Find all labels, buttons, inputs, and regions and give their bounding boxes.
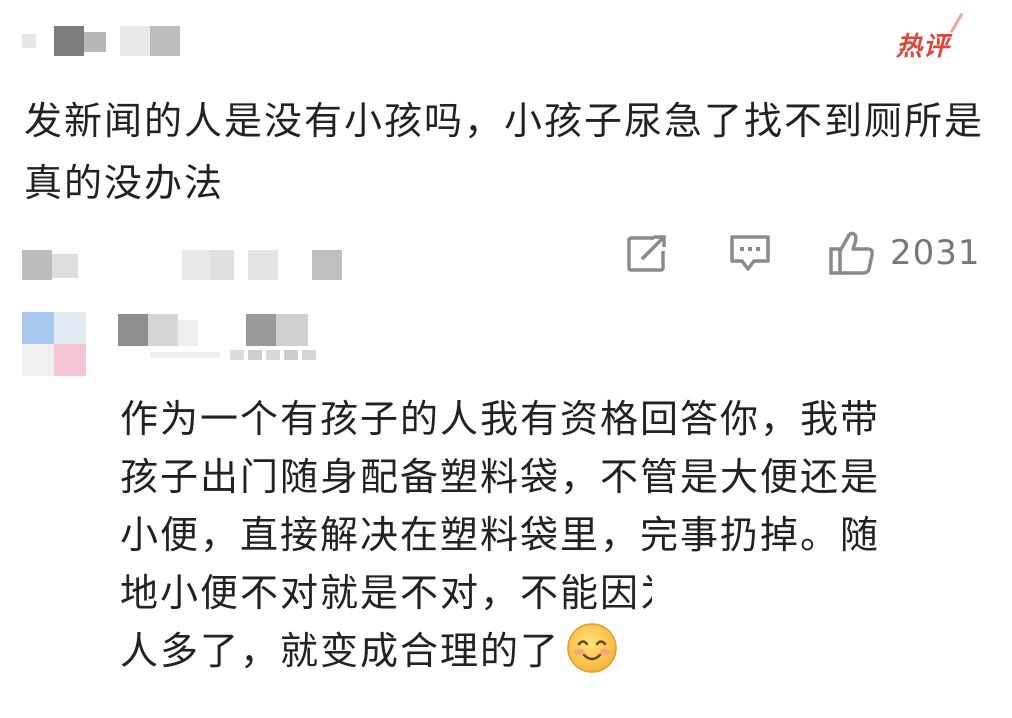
reply-line-4: 地小便不对就是不对，不能因为 [120, 564, 970, 622]
comment-icon [730, 235, 770, 271]
username-mosaic [22, 26, 180, 56]
comment-text: 发新闻的人是没有小孩吗，小孩子尿急了找不到厕所是真的没办法 [24, 99, 985, 205]
reply-line-5-text: 人多了，就变成合理的了 [120, 629, 561, 673]
share-icon [627, 235, 668, 272]
hot-comment-badge: 热评 [896, 26, 950, 63]
reply-avatar[interactable] [22, 312, 86, 376]
reply-line-1: 作为一个有孩子的人我有资格回答你，我带 [120, 397, 881, 441]
reply-line-3: 小便，直接解决在塑料袋里，完事扔掉。随 [120, 513, 881, 557]
comment-meta-mosaic [22, 250, 342, 280]
smiling-face-emoji [567, 623, 617, 673]
reply-text: 作为一个有孩子的人我有资格回答你，我带 孩子出门随身配备塑料袋，不管是大便还是 … [120, 390, 970, 680]
reply-line-2: 孩子出门随身配备塑料袋，不管是大便还是 [120, 455, 881, 499]
reply-line-5: 人多了，就变成合理的了 [120, 622, 970, 680]
reply-meta-mosaic [150, 350, 316, 360]
thumbs-up-icon [829, 231, 874, 275]
comment-button[interactable] [728, 228, 772, 278]
share-button[interactable] [626, 228, 670, 278]
reply-line-4-text: 地小便不对就是不对，不能因 [120, 571, 641, 615]
reply-username-mosaic[interactable] [118, 310, 318, 350]
like-button[interactable]: 2031 [828, 228, 981, 278]
reply-line-4-cut: 为 [640, 564, 652, 622]
comment-header: 热评 [0, 0, 1012, 80]
like-count: 2031 [890, 233, 981, 273]
comment-footer: 2031 [0, 228, 1012, 284]
